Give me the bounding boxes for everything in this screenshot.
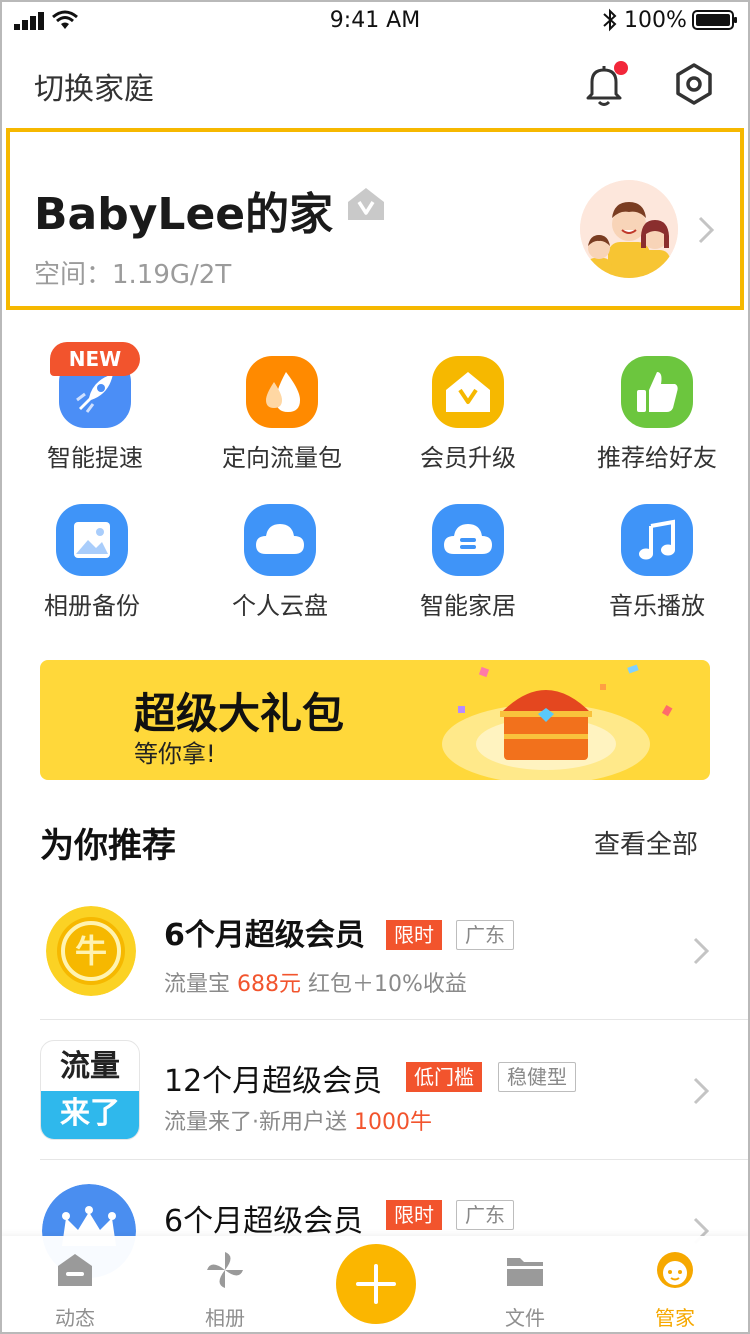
status-bar: 9:41 AM 100% [0,0,750,44]
storage-usage: 空间：1.19G/2T [34,260,232,290]
tag-region: 广东 [456,920,514,950]
music-note-icon [621,504,693,576]
tab-label: 管家 [655,1306,695,1330]
feature-photo-backup[interactable]: 相册备份 [17,504,167,634]
desc-prefix: 流量宝 [164,972,237,997]
smart-home-cloud-icon [432,504,504,576]
desc-prefix: 流量来了·新用户送 [164,1110,354,1135]
feature-label: 个人云盘 [232,592,328,620]
feature-personal-cloud[interactable]: 个人云盘 [205,504,355,634]
tab-album[interactable]: 相册 [150,1236,300,1334]
feed-icon [58,1254,92,1286]
plus-icon [356,1264,396,1304]
switch-family-button[interactable]: 切换家庭 [34,64,154,108]
recommend-item-name: 12个月超级会员 [164,1064,383,1099]
thumbs-up-icon [621,356,693,428]
svg-text:牛: 牛 [75,932,107,970]
tag-limited: 限时 [386,1200,442,1230]
butler-icon [657,1252,693,1288]
tag-limited: 限时 [386,920,442,950]
feature-label: 会员升级 [420,444,516,472]
feature-label: 推荐给好友 [597,444,717,472]
tab-label: 相册 [205,1306,245,1330]
recommend-title: 为你推荐 [40,826,176,866]
chevron-right-icon [698,216,715,244]
tag-region: 广东 [456,1200,514,1230]
feature-smart-home[interactable]: 智能家居 [393,504,543,634]
chevron-right-icon [693,1077,710,1105]
vip-house-icon [348,188,384,220]
battery-icon [692,10,737,30]
vip-house-icon [432,356,504,428]
family-card[interactable]: BabyLee的家 空间：1.19G/2T [6,128,744,310]
feature-data-package[interactable]: 定向流量包 [207,356,357,486]
desc-highlight: 1000牛 [354,1110,432,1135]
desc-suffix: 红包＋10%收益 [301,972,467,997]
treasure-chest-icon [442,664,673,780]
pinwheel-icon [207,1252,243,1288]
feature-label: 相册备份 [44,592,140,620]
folder-icon [507,1258,543,1286]
recommend-item-name: 6个月超级会员 [164,918,365,953]
app-logo: 流量 来了 [40,1040,140,1140]
bluetooth-icon [603,8,617,32]
family-avatar[interactable] [580,180,678,278]
gift-banner[interactable]: 超级大礼包 等你拿! [40,660,710,780]
recommend-item-desc: 流量宝 688元 红包＋10%收益 [164,966,467,998]
notification-dot [614,61,628,75]
add-button[interactable] [336,1244,416,1324]
tab-label: 文件 [505,1306,545,1330]
tab-bar: 动态 相册 文件 管家 [0,1236,750,1334]
settings-icon[interactable] [672,62,716,106]
tab-label: 动态 [55,1306,95,1330]
app-logo-text-top: 流量 [60,1049,120,1084]
banner-title: 超级大礼包 [134,689,345,738]
battery-percent: 100% [624,8,687,33]
bell-icon[interactable] [584,60,628,108]
coin-icon: 牛 [46,906,136,996]
feature-recommend-friend[interactable]: 推荐给好友 [582,356,732,486]
desc-highlight: 688元 [237,972,301,997]
chevron-right-icon [693,937,710,965]
app-logo-text-bottom: 来了 [41,1091,139,1139]
feature-label: 智能提速 [47,444,143,472]
feature-label: 智能家居 [420,592,516,620]
recommend-item-desc: 流量来了·新用户送 1000牛 [164,1104,432,1136]
new-badge: NEW [50,342,140,376]
photo-icon [56,504,128,576]
banner-subtitle: 等你拿! [134,740,216,768]
recommend-item[interactable]: 牛 6个月超级会员 限时 广东 流量宝 688元 红包＋10%收益 [40,880,750,1020]
tag-low-threshold: 低门槛 [406,1062,482,1092]
feature-vip-upgrade[interactable]: 会员升级 [393,356,543,486]
tab-feed[interactable]: 动态 [0,1236,150,1334]
feature-label: 定向流量包 [222,444,342,472]
tag-type: 稳健型 [498,1062,576,1092]
recommend-item[interactable]: 流量 来了 12个月超级会员 低门槛 稳健型 流量来了·新用户送 1000牛 [40,1020,750,1160]
tab-butler[interactable]: 管家 [600,1236,750,1334]
cloud-icon [244,504,316,576]
tab-files[interactable]: 文件 [450,1236,600,1334]
recommend-item-name: 6个月超级会员 [164,1204,364,1239]
view-all-link[interactable]: 查看全部 [594,824,698,861]
feature-music-player[interactable]: 音乐播放 [582,504,732,634]
family-name: BabyLee的家 [34,189,334,240]
feature-label: 音乐播放 [609,592,705,620]
family-illustration-icon [580,180,678,278]
drops-icon [246,356,318,428]
